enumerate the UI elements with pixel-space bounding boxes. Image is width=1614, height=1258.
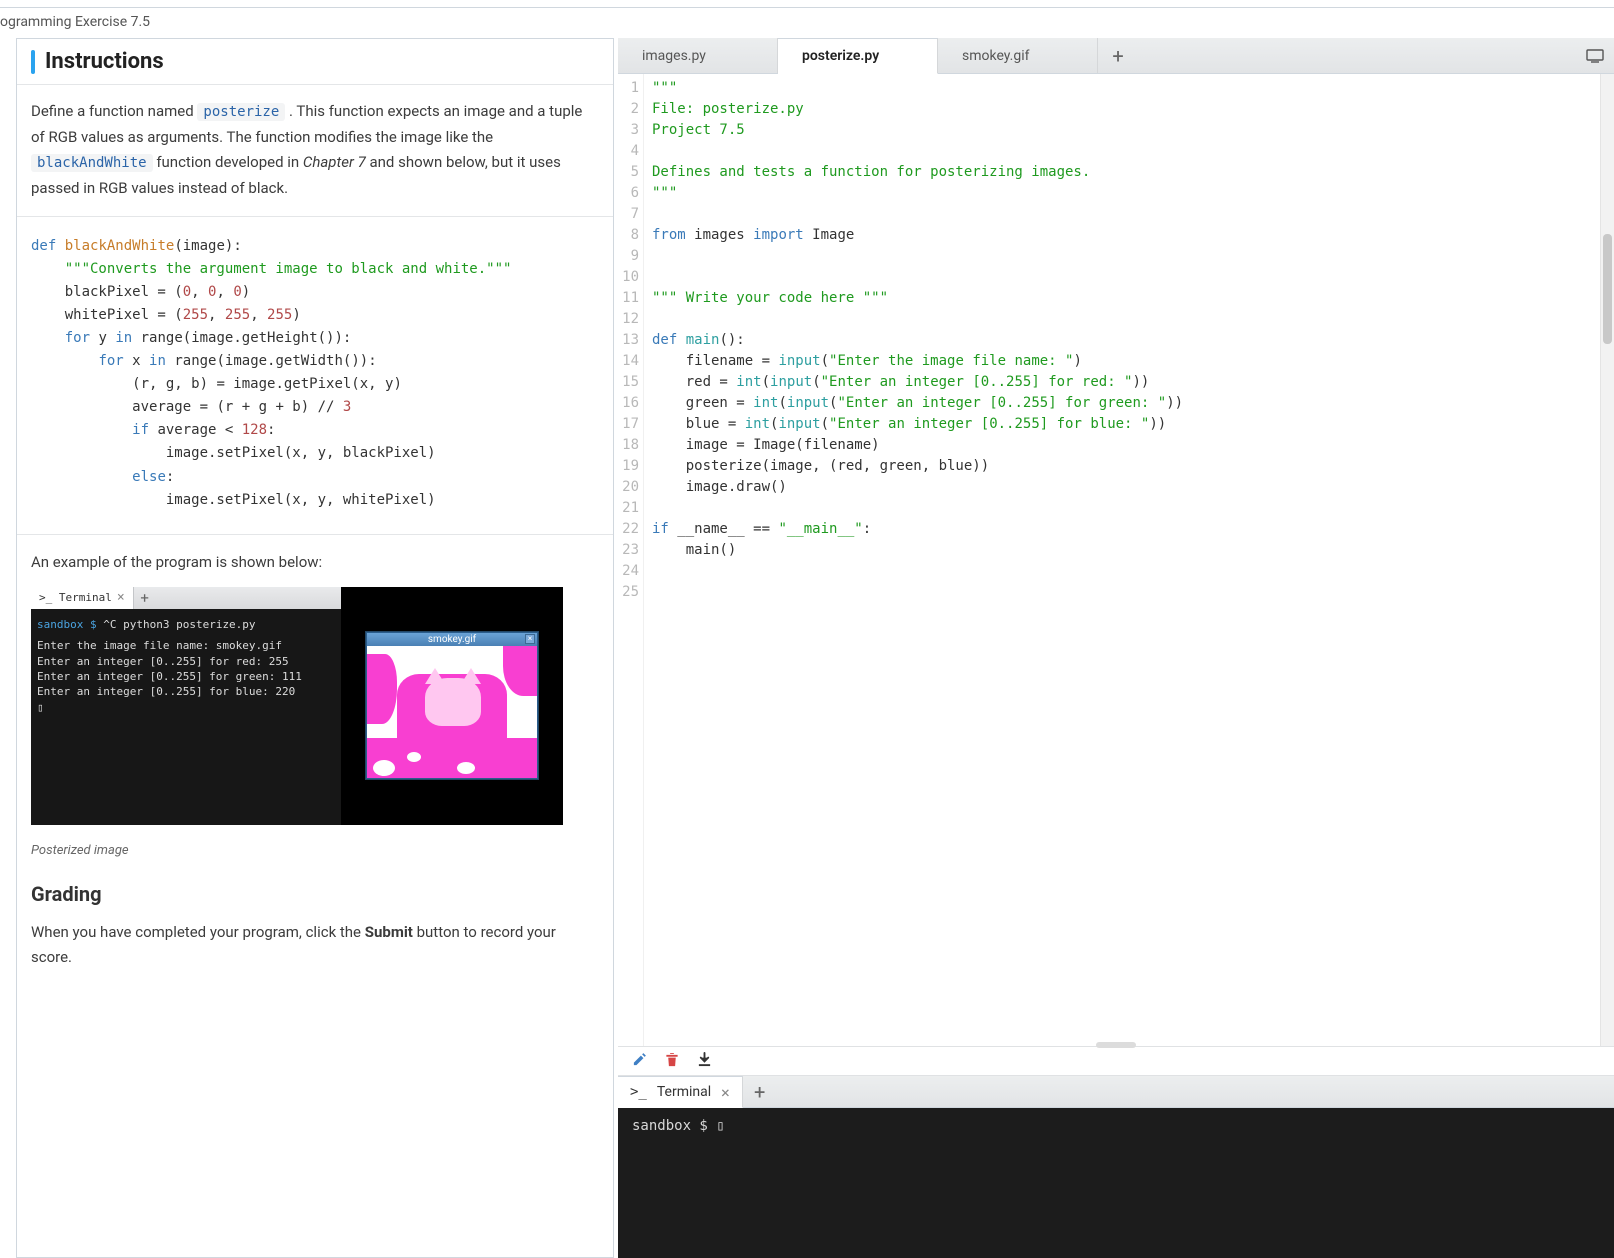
tab-smokey-gif[interactable]: smokey.gif bbox=[938, 38, 1098, 73]
line-gutter: 1234567891011121314151617181920212223242… bbox=[618, 74, 644, 1046]
breadcrumb: ogramming Exercise 7.5 bbox=[0, 8, 1614, 38]
grading-heading: Grading bbox=[31, 882, 599, 906]
example-terminal: >_ Terminal × + sandbox $ ^C python3 pos… bbox=[31, 587, 341, 825]
text: Enter an integer [0..255] for green: 111 bbox=[37, 669, 335, 684]
example-heading: An example of the program is shown below… bbox=[31, 553, 599, 571]
editor-scrollbar[interactable] bbox=[1600, 74, 1614, 1046]
plus-icon[interactable]: + bbox=[134, 589, 156, 607]
code-example: def blackAndWhite(image): """Converts th… bbox=[17, 216, 613, 535]
new-tab-button[interactable]: + bbox=[1098, 38, 1138, 73]
code-pre: def blackAndWhite(image): """Converts th… bbox=[31, 235, 599, 512]
editor-toolbar bbox=[618, 1046, 1614, 1076]
editor-panel: images.py posterize.py smokey.gif + 1234… bbox=[618, 38, 1614, 1258]
instructions-header: Instructions bbox=[17, 39, 613, 85]
new-terminal-button[interactable]: + bbox=[743, 1076, 777, 1107]
code-editor[interactable]: 1234567891011121314151617181920212223242… bbox=[618, 74, 1614, 1046]
terminal-tab-label: Terminal bbox=[657, 1084, 711, 1100]
terminal-tab[interactable]: >_ Terminal × bbox=[618, 1076, 743, 1108]
example-terminal-body: sandbox $ ^C python3 posterize.py Enter … bbox=[31, 609, 341, 723]
tab-images-py[interactable]: images.py bbox=[618, 38, 778, 73]
trash-icon[interactable] bbox=[665, 1052, 679, 1071]
terminal-icon: >_ bbox=[630, 1084, 647, 1100]
instructions-icon bbox=[31, 50, 35, 74]
text: When you have completed your program, cl… bbox=[31, 923, 365, 941]
terminal-cursor: ▯ bbox=[716, 1118, 724, 1134]
mini-window: smokey.gif × bbox=[366, 632, 538, 779]
text: function developed in bbox=[156, 153, 303, 171]
scrollbar-thumb[interactable] bbox=[1603, 234, 1612, 344]
grading-paragraph: When you have completed your program, cl… bbox=[31, 920, 599, 971]
code-area[interactable]: """File: posterize.pyProject 7.5Defines … bbox=[644, 74, 1600, 1046]
terminal-prompt: sandbox $ bbox=[632, 1118, 708, 1134]
example-terminal-tab-label: >_ Terminal bbox=[39, 591, 112, 604]
close-icon[interactable]: × bbox=[117, 590, 125, 605]
code-posterize: posterize bbox=[197, 103, 285, 121]
file-tabs: images.py posterize.py smokey.gif + bbox=[618, 38, 1614, 74]
desktop-icon[interactable] bbox=[1576, 38, 1614, 73]
submit-word: Submit bbox=[365, 923, 413, 941]
prompt: sandbox $ bbox=[37, 618, 97, 631]
example-caption: Posterized image bbox=[31, 843, 599, 858]
example-screenshot: >_ Terminal × + sandbox $ ^C python3 pos… bbox=[31, 587, 563, 825]
mini-window-titlebar: smokey.gif × bbox=[367, 633, 537, 646]
example-terminal-tab[interactable]: >_ Terminal × bbox=[31, 587, 134, 609]
terminal-tabs: >_ Terminal × + bbox=[618, 1076, 1614, 1108]
text: Define a function named bbox=[31, 102, 197, 120]
download-icon[interactable] bbox=[697, 1052, 712, 1071]
example-output-window: smokey.gif × bbox=[341, 587, 563, 825]
code-blackandwhite: blackAndWhite bbox=[31, 154, 153, 172]
terminal-body[interactable]: sandbox $ ▯ bbox=[618, 1108, 1614, 1258]
close-icon[interactable]: × bbox=[721, 1083, 730, 1102]
text: Enter the image file name: smokey.gif bbox=[37, 638, 335, 653]
tab-posterize-py[interactable]: posterize.py bbox=[778, 38, 938, 74]
close-icon[interactable]: × bbox=[525, 634, 535, 644]
mini-window-body bbox=[367, 646, 537, 778]
instructions-title: Instructions bbox=[45, 49, 164, 74]
text: Enter an integer [0..255] for red: 255 bbox=[37, 654, 335, 669]
example-terminal-tabs: >_ Terminal × + bbox=[31, 587, 341, 609]
text: Enter an integer [0..255] for blue: 220 bbox=[37, 684, 335, 699]
top-border bbox=[0, 0, 1614, 8]
edit-icon[interactable] bbox=[632, 1052, 647, 1071]
instructions-body: Define a function named posterize . This… bbox=[17, 85, 613, 1257]
chapter-ref: Chapter 7 bbox=[303, 153, 366, 171]
mini-window-title-text: smokey.gif bbox=[428, 634, 476, 645]
text: ^C python3 posterize.py bbox=[97, 618, 256, 631]
instructions-panel: Instructions Define a function named pos… bbox=[16, 38, 614, 1258]
posterized-cat-image bbox=[367, 646, 537, 778]
instructions-paragraph: Define a function named posterize . This… bbox=[31, 99, 599, 202]
